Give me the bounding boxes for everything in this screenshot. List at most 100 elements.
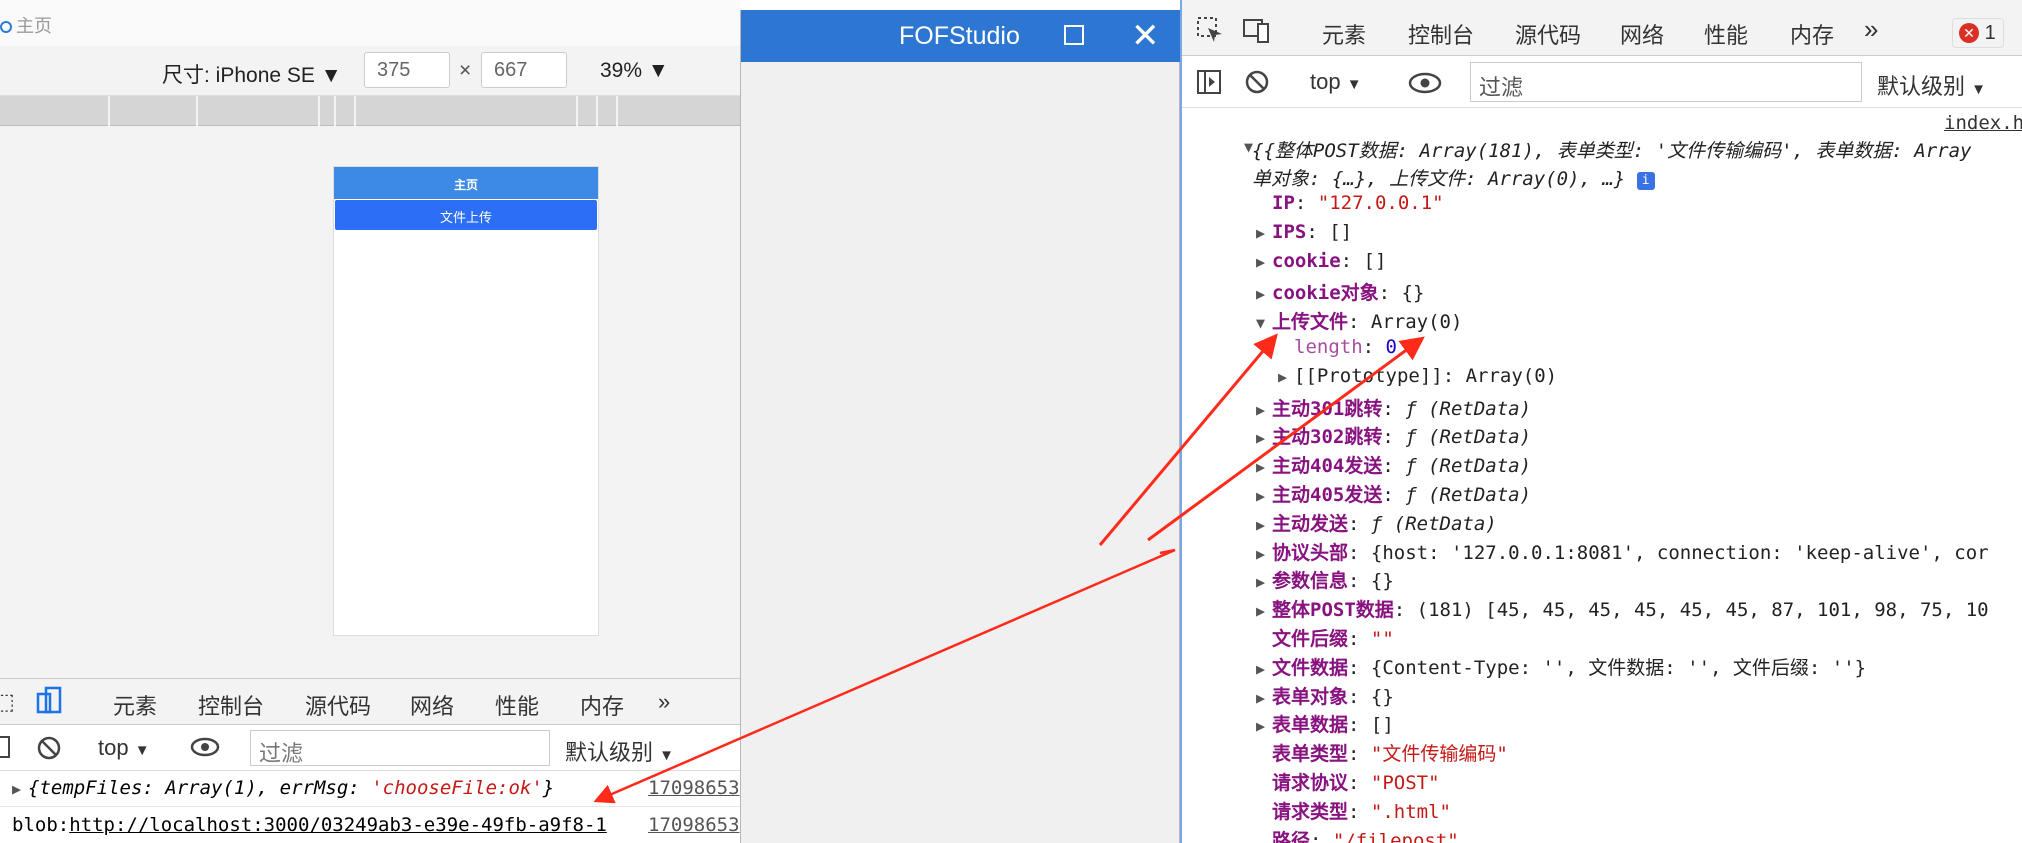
property-row[interactable]: ▼ 上传文件: Array(0) (1256, 307, 1462, 334)
property-key: 参数信息 (1272, 570, 1349, 593)
zoom-select[interactable]: 39% ▼ (600, 59, 669, 83)
property-row[interactable]: ▶ 协议头部: {host: '127.0.0.1:8081', connecti… (1256, 538, 1989, 565)
property-row[interactable]: ▶ cookie对象: {} (1256, 278, 1424, 305)
property-row[interactable]: ▶ 主动301跳转: ƒ (RetData) (1256, 394, 1531, 421)
expand-arrow-icon[interactable]: ▶ (1256, 401, 1272, 419)
device-height-input[interactable]: 667 (481, 52, 567, 88)
expand-arrow-icon[interactable]: ▶ (1256, 660, 1272, 678)
property-row[interactable]: ▶ 主动302跳转: ƒ (RetData) (1256, 422, 1531, 449)
app-icon (0, 21, 12, 33)
expand-arrow-icon[interactable]: ▶ (1256, 429, 1272, 447)
tab-elements[interactable]: 元素 (113, 689, 157, 721)
property-value: "" (1370, 628, 1394, 650)
log-level-select[interactable]: 默认级别 ▼ (1877, 69, 1986, 101)
device-toggle-icon[interactable] (36, 686, 62, 722)
log-timestamp-link[interactable]: 17098653 (648, 814, 740, 836)
log-timestamp-link[interactable]: 17098653 (648, 777, 740, 799)
property-row: 路径: "/filepost" (1256, 826, 1459, 843)
expand-arrow-icon[interactable]: ▶ (1256, 458, 1272, 476)
source-link[interactable]: index.h (1944, 112, 2022, 134)
console-log-entry[interactable]: ▶ {tempFiles: Array(1), errMsg: 'chooseFi… (0, 771, 740, 807)
collapse-arrow-icon[interactable]: ▼ (1256, 314, 1272, 332)
property-value: "文件传输编码" (1370, 743, 1508, 766)
console-log-entry[interactable]: blob:http://localhost:3000/03249ab3-e39e… (0, 808, 740, 843)
clear-console-icon[interactable] (1244, 69, 1270, 101)
expand-arrow-icon[interactable]: ▶ (1256, 487, 1272, 505)
property-separator: : (1348, 541, 1371, 564)
clear-console-icon[interactable] (36, 735, 62, 767)
sidebar-toggle-icon[interactable] (1196, 69, 1222, 101)
console-filter-input[interactable]: 过滤 (1470, 62, 1862, 102)
inspect-icon[interactable]: ⬚ (0, 689, 15, 715)
expand-arrow-icon[interactable]: ▶ (12, 780, 28, 798)
expand-arrow-icon[interactable]: ▶ (1256, 516, 1272, 534)
file-upload-button[interactable]: 文件上传 (335, 200, 597, 230)
tab-elements[interactable]: 元素 (1322, 18, 1366, 50)
property-row[interactable]: ▶ 文件数据: {Content-Type: '', 文件数据: '', 文件后缀… (1256, 653, 1866, 680)
fofstudio-window: FOFStudio ✕ (740, 10, 1181, 843)
tab-sources[interactable]: 源代码 (305, 689, 371, 721)
expand-arrow-icon[interactable]: ▶ (1256, 285, 1272, 303)
device-select[interactable]: 尺寸: iPhone SE ▼ (162, 59, 342, 89)
console-toolbar: top ▼ 过滤 默认级别 ▼ (1182, 56, 2022, 108)
expand-arrow-icon[interactable]: ▶ (1256, 545, 1272, 563)
property-row[interactable]: ▶ 表单对象: {} (1256, 682, 1394, 709)
property-key: 主动301跳转 (1272, 397, 1383, 420)
property-key: cookie (1272, 249, 1341, 272)
property-row[interactable]: ▶ 整体POST数据: (181) [45, 45, 45, 45, 45, 45… (1256, 595, 1989, 622)
expand-arrow-icon[interactable]: ▶ (1256, 717, 1272, 735)
left-console-log: ▶ {tempFiles: Array(1), errMsg: 'chooseFi… (0, 771, 740, 843)
property-row[interactable]: ▶ cookie: [] (1256, 250, 1386, 272)
property-value: [] (1329, 220, 1353, 243)
property-separator: : (1348, 714, 1371, 737)
sidebar-toggle-icon[interactable] (0, 736, 10, 764)
tab-memory[interactable]: 内存 (1790, 18, 1834, 50)
blob-url-link[interactable]: http://localhost:3000/03249ab3-e39e-49fb… (69, 814, 607, 836)
console-filter-input[interactable]: 过滤 (250, 730, 550, 766)
tab-memory[interactable]: 内存 (580, 689, 624, 721)
property-row[interactable]: ▶ [[Prototype]]: Array(0) (1278, 365, 1557, 387)
info-icon[interactable]: i (1636, 172, 1655, 190)
property-value: ƒ (RetData) (1405, 397, 1532, 420)
property-separator: : (1382, 397, 1406, 420)
device-toggle-icon[interactable] (1242, 16, 1272, 50)
tab-performance[interactable]: 性能 (495, 689, 539, 721)
property-separator: : (1382, 455, 1406, 478)
property-row[interactable]: ▶ 主动405发送: ƒ (RetData) (1256, 480, 1531, 507)
live-expression-eye-icon[interactable] (190, 736, 220, 764)
device-width-input[interactable]: 375 (364, 52, 450, 88)
media-query-ruler (0, 96, 740, 126)
property-key: cookie对象 (1272, 282, 1379, 305)
context-select[interactable]: top ▼ (1310, 69, 1362, 95)
close-icon[interactable]: ✕ (1131, 16, 1160, 56)
context-select[interactable]: top ▼ (98, 735, 150, 761)
error-count-badge[interactable]: ✕ 1 (1952, 18, 2004, 48)
tab-sources[interactable]: 源代码 (1515, 18, 1581, 50)
property-row[interactable]: ▶ 参数信息: {} (1256, 566, 1394, 593)
more-tabs-icon[interactable]: » (1864, 14, 1878, 45)
expand-arrow-icon[interactable]: ▶ (1256, 224, 1272, 242)
property-row[interactable]: ▶ IPS: [] (1256, 221, 1352, 243)
error-icon: ✕ (1959, 23, 1979, 43)
property-separator: : (1382, 426, 1406, 449)
more-tabs-icon[interactable]: » (658, 689, 670, 715)
log-level-select[interactable]: 默认级别 ▼ (565, 735, 674, 767)
expand-arrow-icon[interactable]: ▶ (1256, 253, 1272, 271)
property-row[interactable]: ▶ 主动404发送: ƒ (RetData) (1256, 451, 1531, 478)
inspect-icon[interactable] (1196, 16, 1224, 50)
maximize-icon[interactable] (1064, 25, 1084, 45)
expand-arrow-icon[interactable]: ▶ (1256, 689, 1272, 707)
tab-network[interactable]: 网络 (1620, 18, 1664, 50)
tab-network[interactable]: 网络 (410, 689, 454, 721)
tab-performance[interactable]: 性能 (1704, 18, 1748, 50)
property-value: ƒ (RetData) (1405, 455, 1532, 478)
expand-arrow-icon[interactable]: ▶ (1256, 573, 1272, 591)
expand-arrow-icon[interactable]: ▶ (1278, 368, 1294, 386)
property-row: 请求协议: "POST" (1256, 768, 1440, 795)
chevron-down-icon: ▼ (1971, 81, 1986, 98)
expand-arrow-icon[interactable]: ▶ (1256, 602, 1272, 620)
property-row[interactable]: ▶ 主动发送: ƒ (RetData) (1256, 509, 1497, 536)
property-row[interactable]: ▶ 表单数据: [] (1256, 710, 1394, 737)
log-object-summary[interactable]: {{整体POST数据: Array(181), 表单类型: '文件传输编码', … (1252, 136, 1972, 163)
live-expression-eye-icon[interactable] (1408, 71, 1442, 101)
